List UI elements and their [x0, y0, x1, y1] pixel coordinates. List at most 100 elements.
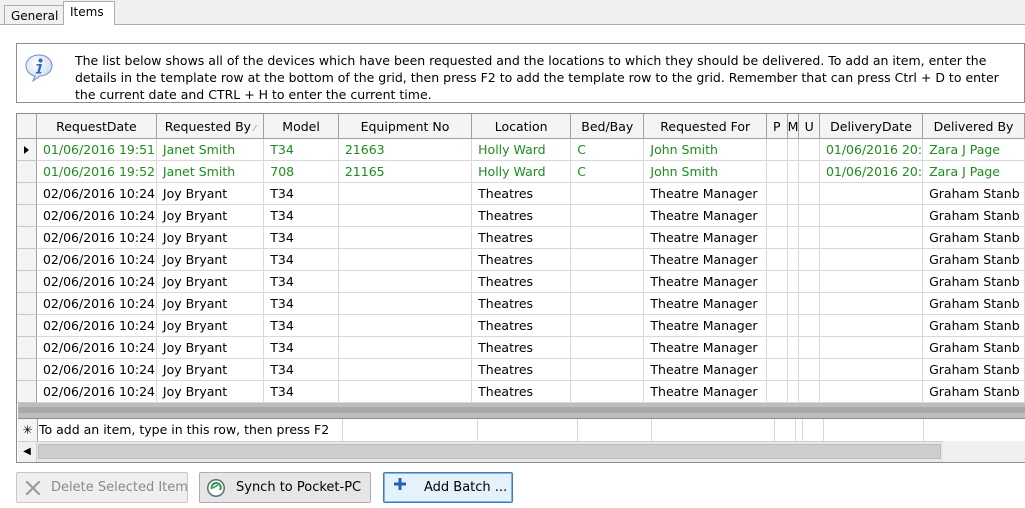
- cell-requested-for[interactable]: Theatre Manager: [643, 248, 768, 271]
- column-header-bed-bay[interactable]: Bed/Bay: [570, 114, 645, 139]
- cell-delivery-date[interactable]: [819, 358, 924, 381]
- cell-delivery-date[interactable]: [819, 204, 924, 227]
- cell-location[interactable]: Theatres: [471, 248, 572, 271]
- cell-m[interactable]: [787, 380, 800, 403]
- cell-bed-bay[interactable]: C: [570, 160, 645, 183]
- cell-location[interactable]: Holly Ward: [471, 138, 572, 161]
- column-header-requested-by[interactable]: Requested By ⁄: [156, 114, 265, 139]
- cell-model[interactable]: T34: [263, 336, 339, 359]
- cell-delivery-date[interactable]: [819, 248, 924, 271]
- cell-m[interactable]: [787, 160, 800, 183]
- cell-m[interactable]: [787, 270, 800, 293]
- cell-u[interactable]: [798, 380, 820, 403]
- table-row[interactable]: 02/06/2016 10:24 Joy Bryant T34 Theatres The…: [17, 336, 1025, 359]
- cell-equipment-no[interactable]: [338, 380, 473, 403]
- cell-delivery-date[interactable]: 01/06/2016 20:: [819, 138, 924, 161]
- cell-requested-by[interactable]: Joy Bryant: [156, 336, 265, 359]
- cell-location[interactable]: Holly Ward: [471, 160, 572, 183]
- cell-p[interactable]: [766, 248, 788, 271]
- cell-p[interactable]: [766, 160, 788, 183]
- cell-model[interactable]: T34: [263, 204, 339, 227]
- cell-delivered-by[interactable]: Graham Stanb: [922, 358, 1025, 381]
- column-header-delivery-date[interactable]: DeliveryDate: [819, 114, 924, 139]
- table-row[interactable]: 02/06/2016 10:24 Joy Bryant T34 Theatres The…: [17, 358, 1025, 381]
- cell-request-date[interactable]: 02/06/2016 10:24: [36, 292, 157, 315]
- column-header-delivered-by[interactable]: Delivered By: [922, 114, 1025, 139]
- cell-u[interactable]: [798, 292, 820, 315]
- cell-delivered-by[interactable]: Graham Stanb: [922, 292, 1025, 315]
- cell-m[interactable]: [787, 248, 800, 271]
- cell-delivered-by[interactable]: Graham Stanb: [922, 270, 1025, 293]
- delete-selected-item-button[interactable]: Delete Selected Item: [16, 472, 188, 503]
- cell-m[interactable]: [787, 314, 800, 337]
- cell-requested-for[interactable]: Theatre Manager: [643, 292, 768, 315]
- cell-location[interactable]: Theatres: [471, 292, 572, 315]
- cell-requested-for[interactable]: Theatre Manager: [643, 182, 768, 205]
- cell-m[interactable]: [787, 138, 800, 161]
- cell-requested-for[interactable]: John Smith: [643, 160, 768, 183]
- table-row[interactable]: 02/06/2016 10:24 Joy Bryant T34 Theatres The…: [17, 292, 1025, 315]
- cell-u[interactable]: [798, 204, 820, 227]
- table-row[interactable]: 02/06/2016 10:24 Joy Bryant T34 Theatres The…: [17, 314, 1025, 337]
- table-row[interactable]: 02/06/2016 10:24 Joy Bryant T34 Theatres The…: [17, 182, 1025, 205]
- cell-location[interactable]: Theatres: [471, 204, 572, 227]
- cell-request-date[interactable]: 02/06/2016 10:24: [36, 182, 157, 205]
- cell-requested-for[interactable]: Theatre Manager: [643, 358, 768, 381]
- cell-u[interactable]: [798, 358, 820, 381]
- cell-p[interactable]: [766, 226, 788, 249]
- column-header-requested-for[interactable]: Requested For: [643, 114, 768, 139]
- cell-location[interactable]: Theatres: [471, 270, 572, 293]
- cell-m[interactable]: [787, 292, 800, 315]
- cell-request-date[interactable]: 02/06/2016 10:24: [36, 380, 157, 403]
- cell-model[interactable]: T34: [263, 138, 339, 161]
- cell-p[interactable]: [766, 138, 788, 161]
- cell-bed-bay[interactable]: [570, 182, 645, 205]
- cell-model[interactable]: T34: [263, 248, 339, 271]
- table-row[interactable]: 02/06/2016 10:24 Joy Bryant T34 Theatres The…: [17, 226, 1025, 249]
- cell-model[interactable]: T34: [263, 270, 339, 293]
- cell-request-date[interactable]: 02/06/2016 10:24: [36, 314, 157, 337]
- cell-delivered-by[interactable]: Graham Stanb: [922, 182, 1025, 205]
- cell-u[interactable]: [798, 138, 820, 161]
- cell-delivered-by[interactable]: Graham Stanb: [922, 314, 1025, 337]
- cell-equipment-no[interactable]: [338, 204, 473, 227]
- row-header[interactable]: [17, 292, 37, 315]
- cell-equipment-no[interactable]: [338, 226, 473, 249]
- row-header[interactable]: [17, 248, 37, 271]
- cell-bed-bay[interactable]: C: [570, 138, 645, 161]
- cell-equipment-no[interactable]: [338, 292, 473, 315]
- cell-model[interactable]: T34: [263, 226, 339, 249]
- table-row[interactable]: 02/06/2016 10:24 Joy Bryant T34 Theatres The…: [17, 270, 1025, 293]
- cell-delivery-date[interactable]: [819, 182, 924, 205]
- cell-requested-for[interactable]: Theatre Manager: [643, 380, 768, 403]
- cell-equipment-no[interactable]: [338, 336, 473, 359]
- cell-p[interactable]: [766, 380, 788, 403]
- column-header-equipment-no[interactable]: Equipment No: [338, 114, 473, 139]
- cell-bed-bay[interactable]: [570, 380, 645, 403]
- cell-delivered-by[interactable]: Zara J Page: [922, 138, 1025, 161]
- cell-delivered-by[interactable]: Zara J Page: [922, 160, 1025, 183]
- cell-delivery-date[interactable]: [819, 226, 924, 249]
- cell-p[interactable]: [766, 336, 788, 359]
- cell-requested-for[interactable]: Theatre Manager: [643, 314, 768, 337]
- synch-to-pocket-pc-button[interactable]: Synch to Pocket-PC: [199, 472, 371, 503]
- cell-requested-for[interactable]: John Smith: [643, 138, 768, 161]
- cell-location[interactable]: Theatres: [471, 380, 572, 403]
- horizontal-scrollbar[interactable]: ◀: [18, 441, 943, 462]
- template-row[interactable]: ✳ To add an item, type in this row, then…: [18, 418, 1025, 441]
- cell-location[interactable]: Theatres: [471, 182, 572, 205]
- cell-requested-for[interactable]: Theatre Manager: [643, 270, 768, 293]
- cell-requested-by[interactable]: Joy Bryant: [156, 380, 265, 403]
- cell-equipment-no[interactable]: [338, 358, 473, 381]
- cell-bed-bay[interactable]: [570, 314, 645, 337]
- cell-request-date[interactable]: 02/06/2016 10:24: [36, 336, 157, 359]
- cell-p[interactable]: [766, 358, 788, 381]
- cell-equipment-no[interactable]: [338, 314, 473, 337]
- cell-delivered-by[interactable]: Graham Stanb: [922, 248, 1025, 271]
- cell-model[interactable]: 708: [263, 160, 339, 183]
- row-header[interactable]: [17, 138, 37, 161]
- add-batch-button[interactable]: Add Batch ...: [383, 472, 513, 503]
- cell-delivered-by[interactable]: Graham Stanb: [922, 336, 1025, 359]
- cell-bed-bay[interactable]: [570, 248, 645, 271]
- template-row-text[interactable]: To add an item, type in this row, then p…: [39, 422, 329, 437]
